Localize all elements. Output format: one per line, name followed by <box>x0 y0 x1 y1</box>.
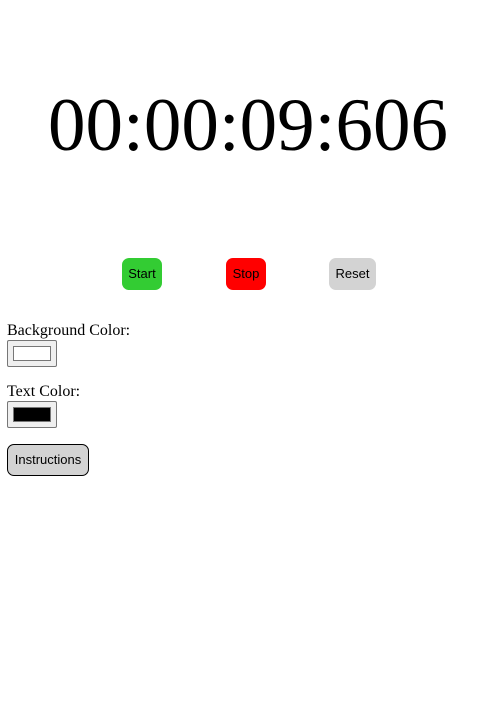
instructions-button[interactable]: Instructions <box>7 444 89 476</box>
reset-button[interactable]: Reset <box>329 258 376 290</box>
background-color-swatch <box>13 346 51 361</box>
start-button[interactable]: Start <box>122 258 162 290</box>
background-color-picker[interactable] <box>7 340 57 367</box>
stop-button[interactable]: Stop <box>226 258 266 290</box>
text-color-picker[interactable] <box>7 401 57 428</box>
text-color-swatch <box>13 407 51 422</box>
text-color-label: Text Color: <box>7 383 81 400</box>
background-color-label: Background Color: <box>7 322 131 339</box>
timer-display: 00:00:09:606 <box>47 84 448 167</box>
